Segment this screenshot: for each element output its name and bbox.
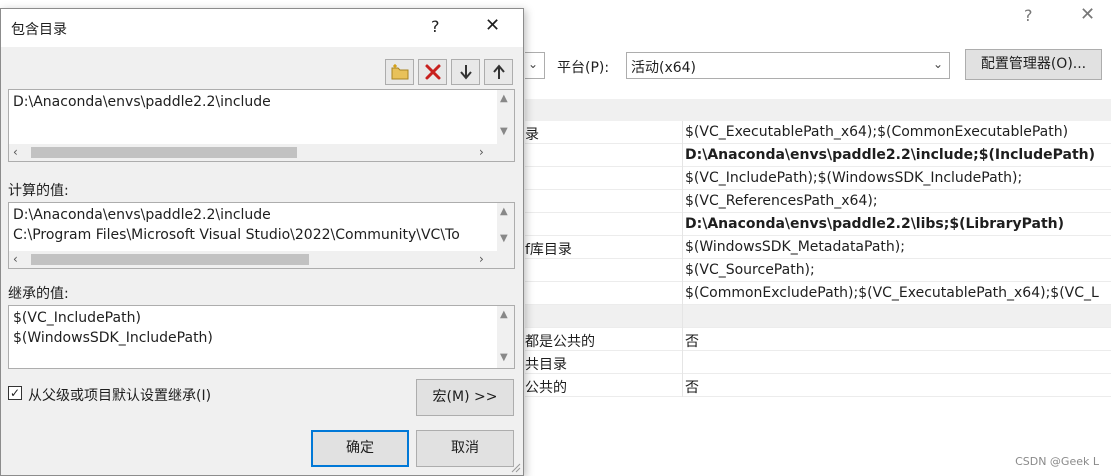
column-separator bbox=[682, 236, 683, 259]
column-separator bbox=[682, 351, 683, 374]
property-row[interactable]: D:\Anaconda\envs\paddle2.2\libs;$(Librar… bbox=[525, 213, 1111, 236]
property-value[interactable]: 否 bbox=[685, 377, 1111, 397]
dialog-close-button[interactable]: ✕ bbox=[485, 15, 500, 36]
column-separator bbox=[682, 328, 683, 351]
scroll-left-icon: ‹ bbox=[13, 145, 18, 159]
hscroll-thumb[interactable] bbox=[31, 254, 309, 265]
column-separator bbox=[682, 305, 683, 328]
move-down-button[interactable] bbox=[451, 59, 480, 85]
hscroll-thumb[interactable] bbox=[31, 147, 297, 158]
property-row[interactable]: $(CommonExcludePath);$(VC_ExecutablePath… bbox=[525, 282, 1111, 305]
dialog-titlebar: 包含目录 ? ✕ bbox=[1, 9, 523, 47]
column-separator bbox=[682, 144, 683, 167]
property-grid: 录 $(VC_ExecutablePath_x64);$(CommonExecut… bbox=[525, 121, 1111, 397]
inherited-values-list: $(VC_IncludePath) $(WindowsSDK_IncludePa… bbox=[8, 305, 515, 369]
inherit-checkbox[interactable]: ✓ bbox=[8, 386, 22, 400]
property-value[interactable]: $(VC_ReferencesPath_x64); bbox=[685, 193, 1111, 209]
include-directories-dialog: 包含目录 ? ✕ D:\Anaconda\envs\paddle2.2\incl… bbox=[0, 8, 524, 476]
property-name: 录 bbox=[525, 127, 539, 143]
move-up-button[interactable] bbox=[484, 59, 513, 85]
computed-line: D:\Anaconda\envs\paddle2.2\include bbox=[13, 207, 271, 223]
dialog-title: 包含目录 bbox=[11, 22, 67, 38]
property-row[interactable]: 录 $(VC_ExecutablePath_x64);$(CommonExecut… bbox=[525, 121, 1111, 144]
watermark: CSDN @Geek L bbox=[1015, 455, 1099, 468]
scroll-right-icon: › bbox=[479, 252, 484, 266]
macros-button[interactable]: 宏(M) >> bbox=[416, 379, 514, 416]
column-separator bbox=[682, 167, 683, 190]
arrow-up-icon bbox=[492, 64, 505, 79]
column-separator bbox=[682, 121, 683, 144]
delete-icon bbox=[425, 64, 440, 80]
computed-list-hscroll[interactable]: ‹ › bbox=[9, 251, 514, 268]
column-separator bbox=[682, 282, 683, 305]
chevron-down-icon: ⌄ bbox=[932, 57, 943, 71]
property-row[interactable]: 都是公共的 否 bbox=[525, 328, 1111, 351]
inherited-list-vscroll[interactable]: ▲ ▼ bbox=[497, 306, 514, 368]
new-folder-icon bbox=[391, 64, 408, 80]
computed-line: C:\Program Files\Microsoft Visual Studio… bbox=[13, 227, 460, 243]
directory-edit-list[interactable]: D:\Anaconda\envs\paddle2.2\include ▲ ▼ ‹… bbox=[8, 89, 515, 162]
property-name: 公共的 bbox=[525, 380, 567, 396]
property-row[interactable]: $(VC_IncludePath);$(WindowsSDK_IncludePa… bbox=[525, 167, 1111, 190]
cancel-button[interactable]: 取消 bbox=[416, 430, 514, 467]
property-value[interactable]: $(WindowsSDK_MetadataPath); bbox=[685, 239, 1111, 255]
column-separator bbox=[682, 374, 683, 397]
new-line-button[interactable] bbox=[385, 59, 414, 85]
window-close-button[interactable]: ✕ bbox=[1080, 4, 1095, 25]
ok-button[interactable]: 确定 bbox=[311, 430, 409, 467]
property-value[interactable]: $(VC_ExecutablePath_x64);$(CommonExecuta… bbox=[685, 124, 1111, 140]
property-row[interactable]: $(VC_ReferencesPath_x64); bbox=[525, 190, 1111, 213]
property-row[interactable]: 共目录 bbox=[525, 351, 1111, 374]
configuration-combo[interactable]: ⌄ bbox=[525, 52, 545, 79]
computed-list-vscroll[interactable]: ▲ ▼ bbox=[497, 203, 514, 251]
computed-values-list: D:\Anaconda\envs\paddle2.2\include C:\Pr… bbox=[8, 202, 515, 269]
platform-value: 活动(x64) bbox=[631, 60, 697, 76]
scroll-up-icon: ▲ bbox=[500, 206, 508, 217]
column-separator bbox=[682, 213, 683, 236]
inherited-line: $(WindowsSDK_IncludePath) bbox=[13, 330, 213, 346]
edit-list-vscroll[interactable]: ▲ ▼ bbox=[497, 90, 514, 144]
resize-grip-icon[interactable] bbox=[511, 463, 521, 473]
property-name: 共目录 bbox=[525, 357, 567, 373]
scroll-down-icon: ▼ bbox=[500, 352, 508, 363]
scroll-right-icon: › bbox=[479, 145, 484, 159]
property-row[interactable] bbox=[525, 305, 1111, 328]
delete-line-button[interactable] bbox=[418, 59, 447, 85]
arrow-down-icon bbox=[459, 65, 472, 80]
column-separator bbox=[682, 259, 683, 282]
scroll-down-icon: ▼ bbox=[500, 126, 508, 137]
platform-combo[interactable]: 活动(x64) ⌄ bbox=[626, 52, 950, 79]
window-help-button[interactable]: ? bbox=[1024, 6, 1033, 25]
property-row[interactable]: 公共的 否 bbox=[525, 374, 1111, 397]
property-value[interactable]: $(CommonExcludePath);$(VC_ExecutablePath… bbox=[685, 285, 1111, 301]
column-separator bbox=[682, 190, 683, 213]
property-value[interactable]: $(VC_IncludePath);$(WindowsSDK_IncludePa… bbox=[685, 170, 1111, 186]
scroll-up-icon: ▲ bbox=[500, 309, 508, 320]
property-value[interactable]: D:\Anaconda\envs\paddle2.2\include;$(Inc… bbox=[685, 147, 1111, 163]
platform-label: 平台(P): bbox=[557, 60, 610, 76]
scroll-up-icon: ▲ bbox=[500, 93, 508, 104]
property-value[interactable]: 否 bbox=[685, 331, 1111, 351]
property-value[interactable]: $(VC_SourcePath); bbox=[685, 262, 1111, 278]
inherited-line: $(VC_IncludePath) bbox=[13, 310, 141, 326]
chevron-down-icon: ⌄ bbox=[528, 57, 539, 71]
property-name: f库目录 bbox=[525, 242, 572, 258]
configuration-manager-button[interactable]: 配置管理器(O)... bbox=[965, 49, 1102, 80]
inherit-checkbox-label[interactable]: 从父级或项目默认设置继承(I) bbox=[28, 385, 211, 405]
dialog-help-button[interactable]: ? bbox=[431, 17, 440, 36]
computed-values-label: 计算的值: bbox=[8, 183, 69, 199]
property-name: 都是公共的 bbox=[525, 334, 595, 350]
scroll-left-icon: ‹ bbox=[13, 252, 18, 266]
inherited-values-label: 继承的值: bbox=[8, 286, 69, 302]
property-grid-header bbox=[525, 99, 1111, 121]
property-row[interactable]: f库目录 $(WindowsSDK_MetadataPath); bbox=[525, 236, 1111, 259]
edit-line[interactable]: D:\Anaconda\envs\paddle2.2\include bbox=[13, 94, 493, 110]
property-value[interactable]: D:\Anaconda\envs\paddle2.2\libs;$(Librar… bbox=[685, 216, 1111, 232]
property-row[interactable]: D:\Anaconda\envs\paddle2.2\include;$(Inc… bbox=[525, 144, 1111, 167]
property-row[interactable]: $(VC_SourcePath); bbox=[525, 259, 1111, 282]
scroll-down-icon: ▼ bbox=[500, 233, 508, 244]
edit-list-hscroll[interactable]: ‹ › bbox=[9, 144, 514, 161]
